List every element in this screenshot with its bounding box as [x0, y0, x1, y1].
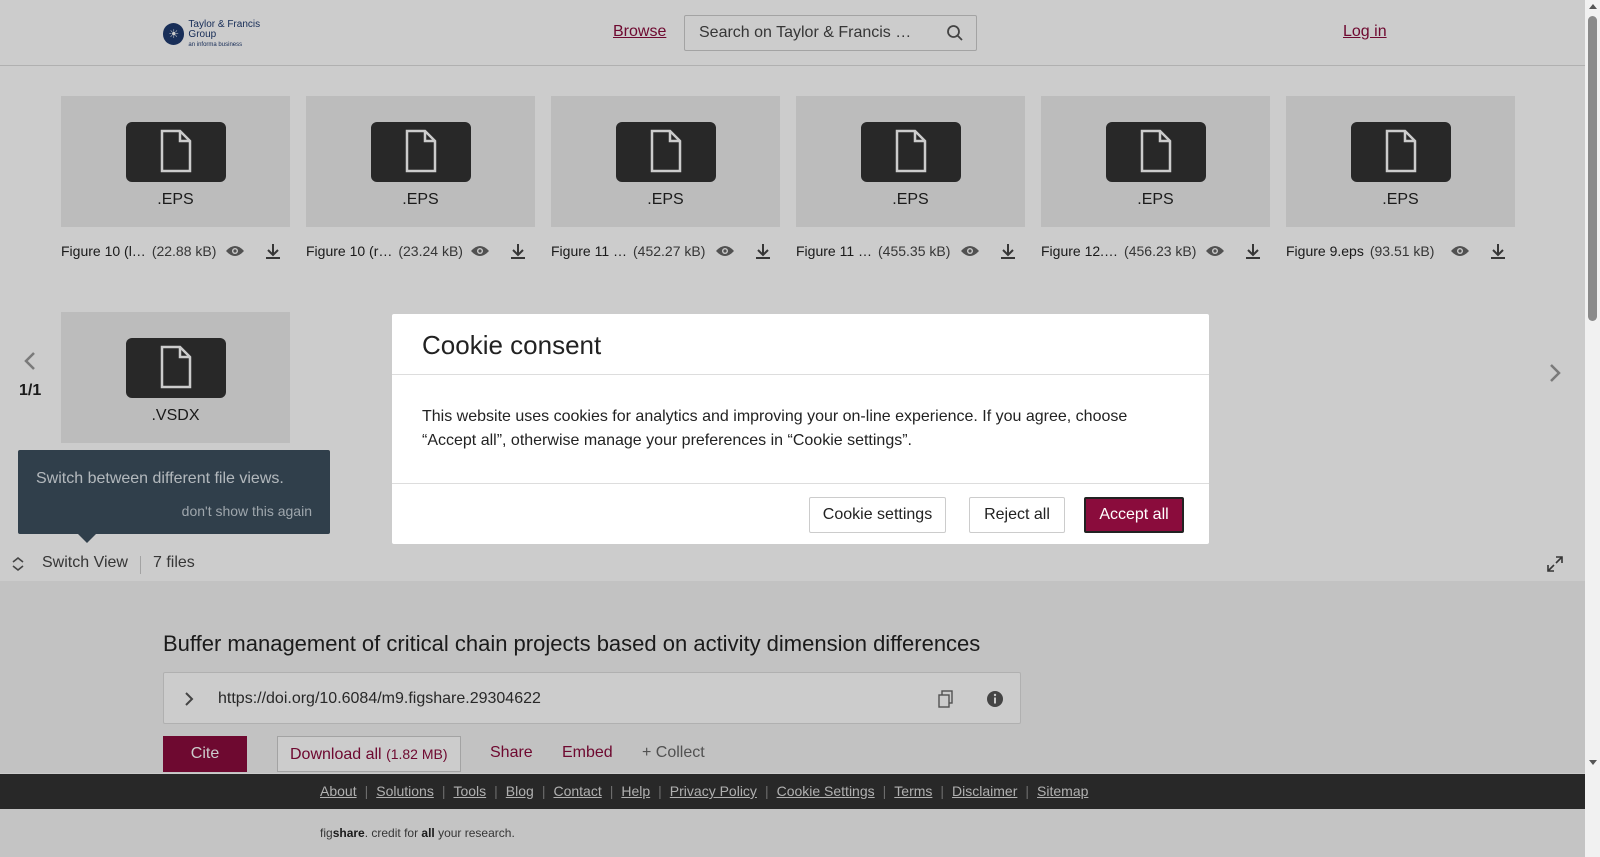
scroll-down-arrow-icon[interactable] — [1589, 760, 1597, 765]
reject-all-button[interactable]: Reject all — [969, 497, 1065, 533]
cookie-dialog-title: Cookie consent — [422, 330, 602, 360]
cookie-consent-dialog: Cookie consent This website uses cookies… — [392, 314, 1209, 544]
cookie-settings-button[interactable]: Cookie settings — [809, 497, 946, 533]
scroll-thumb[interactable] — [1588, 16, 1597, 321]
scroll-up-arrow-icon[interactable] — [1589, 4, 1597, 9]
accept-all-button[interactable]: Accept all — [1084, 497, 1184, 533]
page-scrollbar[interactable] — [1585, 0, 1600, 857]
cookie-dialog-text: This website uses cookies for analytics … — [422, 408, 1128, 449]
